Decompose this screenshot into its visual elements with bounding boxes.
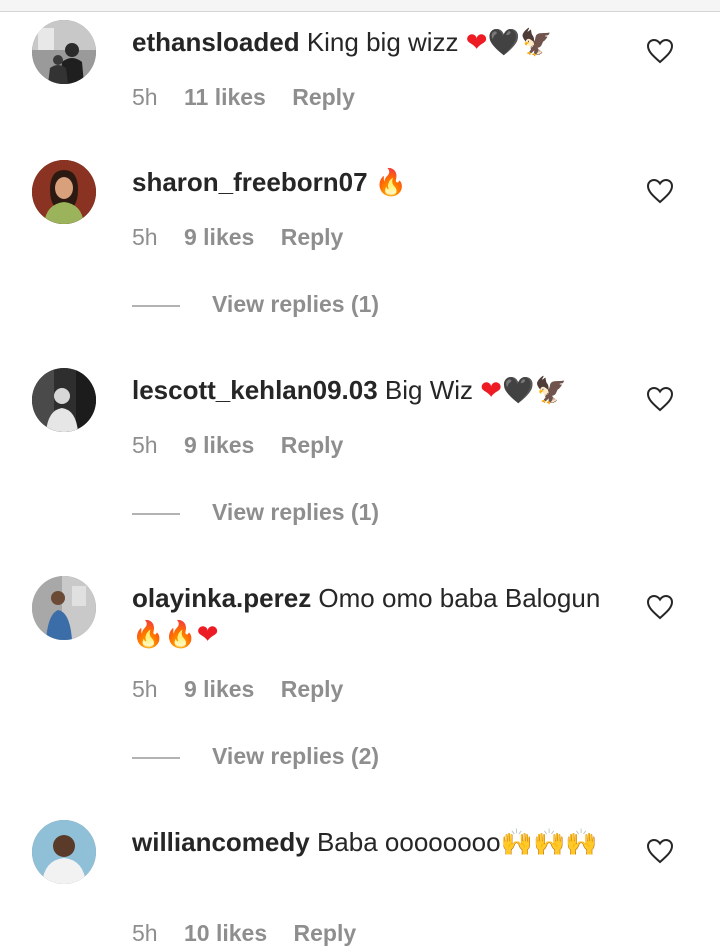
- comment-body: olayinka.perez Omo omo baba Balogun 🔥🔥❤: [132, 580, 602, 652]
- avatar[interactable]: [32, 20, 96, 84]
- comment-meta: 5h 11 likes Reply: [132, 84, 375, 111]
- avatar[interactable]: [32, 576, 96, 640]
- avatar[interactable]: [32, 820, 96, 884]
- comment-meta: 5h 10 likes Reply: [132, 920, 376, 947]
- like-heart-icon[interactable]: [646, 38, 674, 64]
- comment-username[interactable]: olayinka.perez: [132, 583, 311, 613]
- replies-divider-line: [132, 304, 180, 307]
- raising-hands-emoji: 🙌: [565, 827, 598, 857]
- black-heart-emoji: 🖤: [502, 375, 535, 405]
- comment-likes[interactable]: 9 likes: [184, 676, 254, 702]
- eagle-emoji: 🦅: [534, 375, 567, 405]
- like-heart-icon[interactable]: [646, 594, 674, 620]
- raising-hands-emoji: 🙌: [532, 827, 566, 857]
- view-replies-label: View replies (1): [212, 499, 380, 525]
- comment-time: 5h: [132, 84, 158, 110]
- view-replies-button[interactable]: View replies (1): [132, 499, 379, 526]
- red-heart-emoji: ❤: [480, 375, 503, 405]
- fire-emoji: 🔥: [374, 167, 408, 197]
- comment-likes[interactable]: 9 likes: [184, 224, 254, 250]
- comment-username[interactable]: ethansloaded: [132, 27, 300, 57]
- comment-likes[interactable]: 11 likes: [184, 84, 266, 110]
- reply-button[interactable]: Reply: [292, 84, 355, 110]
- comment-text: Omo omo baba Balogun: [311, 583, 601, 613]
- comment-username[interactable]: sharon_freeborn07: [132, 167, 368, 197]
- eagle-emoji: 🦅: [519, 27, 553, 57]
- black-heart-emoji: 🖤: [487, 27, 520, 57]
- red-heart-emoji: ❤: [465, 27, 488, 57]
- like-heart-icon[interactable]: [646, 178, 674, 204]
- comment-text: [368, 167, 375, 197]
- view-replies-label: View replies (1): [212, 291, 380, 317]
- like-heart-icon[interactable]: [646, 838, 674, 864]
- fire-emoji: 🔥: [164, 619, 197, 649]
- avatar[interactable]: [32, 160, 96, 224]
- comment-body: sharon_freeborn07 🔥: [132, 164, 602, 200]
- comment-text: King big wizz: [299, 27, 466, 57]
- reply-button[interactable]: Reply: [294, 920, 357, 946]
- red-heart-emoji: ❤: [196, 619, 219, 649]
- comment-body: williancomedy Baba oooooooo🙌🙌🙌: [132, 824, 602, 860]
- comment-username[interactable]: lescott_kehlan09.03: [132, 375, 378, 405]
- comment-meta: 5h 9 likes Reply: [132, 676, 363, 703]
- raising-hands-emoji: 🙌: [500, 827, 533, 857]
- fire-emoji: 🔥: [132, 619, 165, 649]
- top-edge-divider: [0, 0, 720, 12]
- comment-text: Baba oooooooo: [309, 827, 501, 857]
- comment-time: 5h: [132, 920, 158, 946]
- replies-divider-line: [132, 512, 180, 515]
- comment-time: 5h: [132, 432, 158, 458]
- comment-body: lescott_kehlan09.03 Big Wiz ❤🖤🦅: [132, 372, 602, 408]
- reply-button[interactable]: Reply: [281, 432, 344, 458]
- comment-time: 5h: [132, 224, 158, 250]
- comment-meta: 5h 9 likes Reply: [132, 432, 363, 459]
- avatar[interactable]: [32, 368, 96, 432]
- comment-meta: 5h 9 likes Reply: [132, 224, 363, 251]
- comment-likes[interactable]: 9 likes: [184, 432, 254, 458]
- comment-likes[interactable]: 10 likes: [184, 920, 267, 946]
- reply-button[interactable]: Reply: [281, 224, 344, 250]
- comment-time: 5h: [132, 676, 158, 702]
- view-replies-label: View replies (2): [212, 743, 380, 769]
- view-replies-button[interactable]: View replies (2): [132, 743, 379, 770]
- reply-button[interactable]: Reply: [281, 676, 344, 702]
- comment-text: Big Wiz: [377, 375, 481, 405]
- replies-divider-line: [132, 756, 180, 759]
- comment-body: ethansloaded King big wizz ❤🖤🦅: [132, 24, 602, 60]
- like-heart-icon[interactable]: [646, 386, 674, 412]
- view-replies-button[interactable]: View replies (1): [132, 291, 379, 318]
- comment-username[interactable]: williancomedy: [132, 827, 310, 857]
